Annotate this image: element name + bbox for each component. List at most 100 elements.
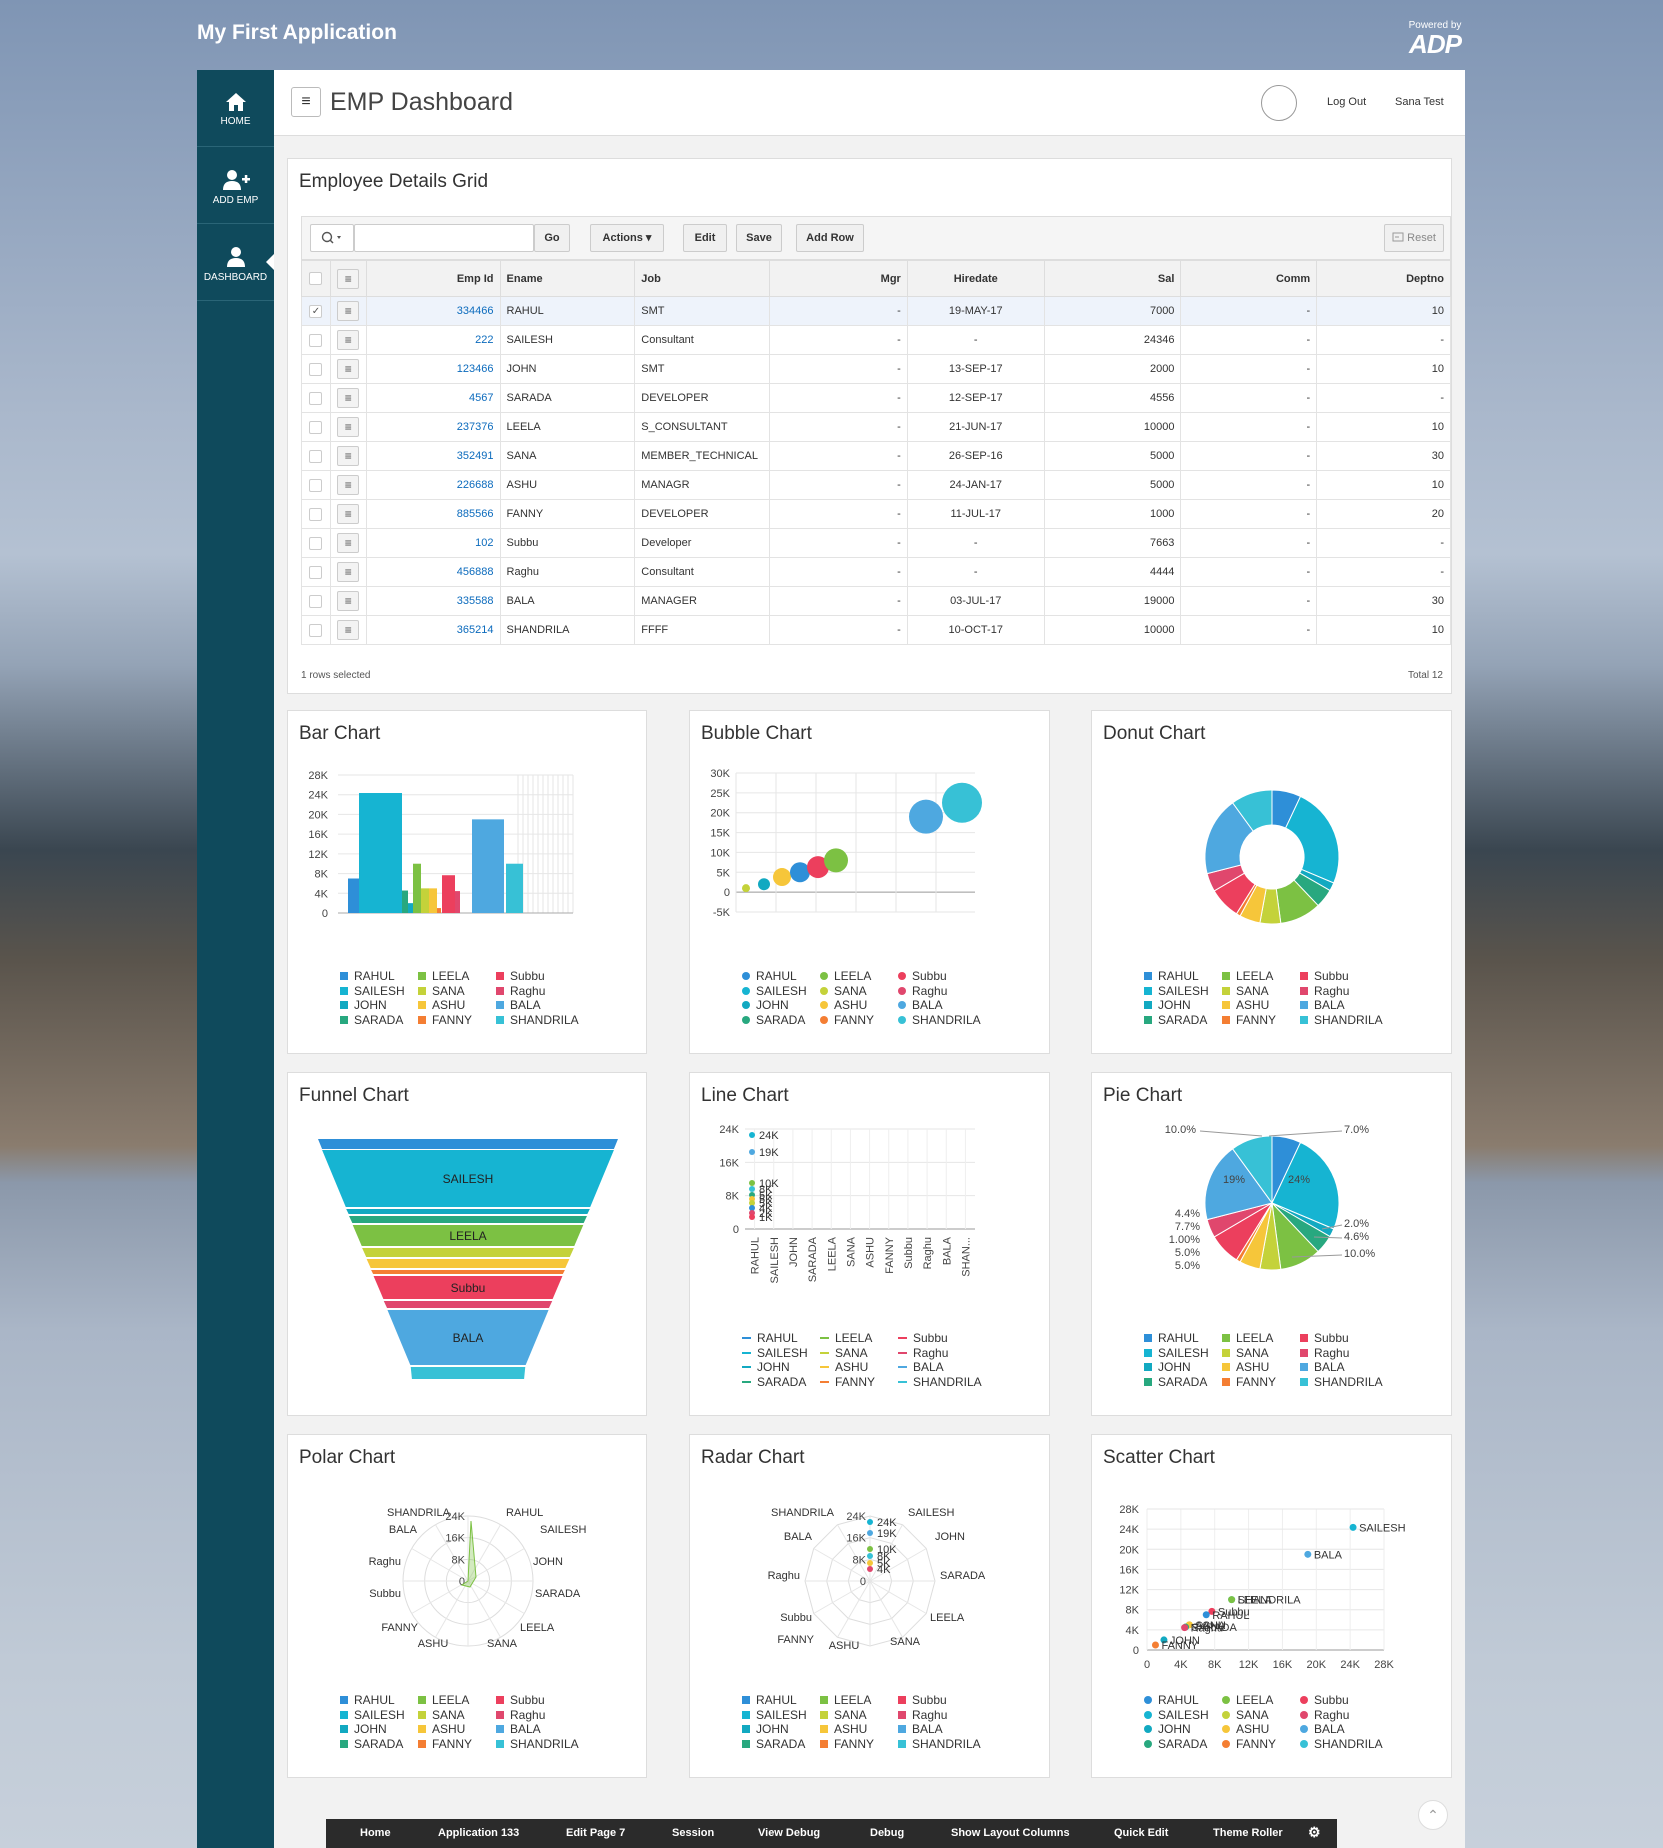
sidebar-item-home[interactable]: HOME	[197, 70, 274, 147]
legend-item[interactable]: FANNY	[418, 1737, 472, 1751]
legend-item[interactable]: SARADA	[340, 1737, 403, 1751]
legend-item[interactable]: JOHN	[742, 1360, 790, 1374]
search-input[interactable]	[354, 224, 534, 252]
legend-item[interactable]: Subbu	[1300, 1331, 1349, 1345]
legend-item[interactable]: SANA	[820, 1708, 867, 1722]
legend-item[interactable]: SHANDRILA	[1300, 1013, 1383, 1027]
legend-item[interactable]: SANA	[820, 984, 867, 998]
row-checkbox[interactable]	[301, 557, 331, 587]
legend-item[interactable]: Raghu	[1300, 1346, 1349, 1360]
table-row[interactable]: ≡ 456888 Raghu Consultant - -4444- -	[301, 557, 1451, 587]
legend-item[interactable]: BALA	[496, 998, 541, 1012]
row-actions-menu[interactable]: ≡	[329, 412, 367, 442]
legend-item[interactable]: SAILESH	[1144, 1346, 1209, 1360]
legend-item[interactable]: SHANDRILA	[898, 1013, 981, 1027]
column-header-mgr[interactable]: Mgr	[769, 260, 908, 297]
legend-item[interactable]: JOHN	[340, 998, 387, 1012]
legend-item[interactable]: SAILESH	[1144, 1708, 1209, 1722]
legend-item[interactable]: SAILESH	[340, 1708, 405, 1722]
legend-item[interactable]: SAILESH	[1144, 984, 1209, 998]
row-checkbox[interactable]	[301, 528, 331, 558]
legend-item[interactable]: JOHN	[1144, 998, 1191, 1012]
legend-item[interactable]: Subbu	[1300, 1693, 1349, 1707]
row-actions-menu[interactable]: ≡	[329, 296, 367, 326]
save-button[interactable]: Save	[736, 224, 782, 252]
row-actions-menu[interactable]: ≡	[329, 441, 367, 471]
legend-item[interactable]: BALA	[898, 1722, 943, 1736]
legend-item[interactable]: Subbu	[496, 1693, 545, 1707]
table-row[interactable]: ≡ 237376 LEELA S_CONSULTANT -21-JUN-17 10000-…	[301, 412, 1451, 442]
legend-item[interactable]: SANA	[1222, 1346, 1269, 1360]
legend-item[interactable]: SARADA	[742, 1737, 805, 1751]
legend-item[interactable]: ASHU	[820, 1722, 867, 1736]
row-actions-menu[interactable]: ≡	[329, 557, 367, 587]
table-row[interactable]: ≡ 885566 FANNY DEVELOPER -11-JUL-17 1000-20	[301, 499, 1451, 529]
legend-item[interactable]: ASHU	[1222, 1722, 1269, 1736]
scroll-to-top-button[interactable]: ⌃	[1418, 1800, 1448, 1830]
legend-item[interactable]: Subbu	[496, 969, 545, 983]
row-checkbox[interactable]	[301, 354, 331, 384]
legend-item[interactable]: SARADA	[1144, 1375, 1207, 1389]
legend-item[interactable]: Raghu	[496, 1708, 545, 1722]
row-actions-menu[interactable]: ≡	[329, 528, 367, 558]
legend-item[interactable]: RAHUL	[1144, 1331, 1199, 1345]
cell-empid[interactable]: 352491	[365, 441, 501, 471]
legend-item[interactable]: Raghu	[1300, 1708, 1349, 1722]
avatar[interactable]	[1261, 85, 1297, 121]
select-all-checkbox[interactable]	[301, 260, 331, 297]
legend-item[interactable]: BALA	[898, 998, 943, 1012]
row-checkbox[interactable]	[301, 412, 331, 442]
legend-item[interactable]: FANNY	[820, 1737, 874, 1751]
cell-empid[interactable]: 237376	[365, 412, 501, 442]
row-actions-menu[interactable]: ≡	[329, 586, 367, 616]
cell-empid[interactable]: 222	[365, 325, 501, 355]
legend-item[interactable]: SANA	[418, 984, 465, 998]
legend-item[interactable]: Raghu	[898, 1708, 947, 1722]
column-header-deptno[interactable]: Deptno	[1316, 260, 1451, 297]
dev-debug-button[interactable]: Debug	[870, 1827, 904, 1839]
column-header-comm[interactable]: Comm	[1180, 260, 1318, 297]
legend-item[interactable]: BALA	[898, 1360, 944, 1374]
legend-item[interactable]: JOHN	[1144, 1722, 1191, 1736]
dev-edit-page-button[interactable]: Edit Page 7	[566, 1827, 625, 1839]
search-column-button[interactable]	[310, 224, 354, 252]
legend-item[interactable]: SANA	[1222, 984, 1269, 998]
legend-item[interactable]: FANNY	[1222, 1375, 1276, 1389]
table-row[interactable]: ≡ 365214 SHANDRILA FFFF -10-OCT-17 10000-10	[301, 615, 1451, 645]
gear-icon[interactable]: ⚙	[1308, 1824, 1321, 1841]
legend-item[interactable]: RAHUL	[1144, 1693, 1199, 1707]
row-actions-menu[interactable]: ≡	[329, 470, 367, 500]
legend-item[interactable]: RAHUL	[1144, 969, 1199, 983]
legend-item[interactable]: ASHU	[1222, 1360, 1269, 1374]
row-actions-menu[interactable]: ≡	[329, 383, 367, 413]
table-row[interactable]: ≡ 226688 ASHU MANAGR -24-JAN-17 5000-10	[301, 470, 1451, 500]
row-checkbox[interactable]	[301, 586, 331, 616]
table-row[interactable]: ≡ 123466 JOHN SMT -13-SEP-17 2000-10	[301, 354, 1451, 384]
legend-item[interactable]: LEELA	[418, 969, 469, 983]
legend-item[interactable]: SHANDRILA	[1300, 1737, 1383, 1751]
legend-item[interactable]: BALA	[1300, 998, 1345, 1012]
legend-item[interactable]: Raghu	[898, 1346, 948, 1360]
legend-item[interactable]: SHANDRILA	[496, 1737, 579, 1751]
go-button[interactable]: Go	[534, 224, 570, 252]
legend-item[interactable]: Subbu	[1300, 969, 1349, 983]
edit-button[interactable]: Edit	[683, 224, 727, 252]
legend-item[interactable]: SHANDRILA	[898, 1375, 982, 1389]
legend-item[interactable]: Subbu	[898, 969, 947, 983]
legend-item[interactable]: SAILESH	[340, 984, 405, 998]
legend-item[interactable]: Raghu	[1300, 984, 1349, 998]
row-checkbox[interactable]	[301, 383, 331, 413]
legend-item[interactable]: SAILESH	[742, 1346, 808, 1360]
dev-home-button[interactable]: Home	[360, 1827, 391, 1839]
row-actions-menu[interactable]: ≡	[329, 325, 367, 355]
legend-item[interactable]: Raghu	[496, 984, 545, 998]
row-checkbox[interactable]	[301, 325, 331, 355]
menu-toggle-button[interactable]: ≡	[291, 87, 321, 117]
legend-item[interactable]: LEELA	[820, 1331, 872, 1345]
legend-item[interactable]: FANNY	[820, 1013, 874, 1027]
legend-item[interactable]: RAHUL	[340, 1693, 395, 1707]
legend-item[interactable]: LEELA	[820, 1693, 871, 1707]
legend-item[interactable]: LEELA	[820, 969, 871, 983]
legend-item[interactable]: RAHUL	[742, 969, 797, 983]
row-checkbox[interactable]	[301, 441, 331, 471]
